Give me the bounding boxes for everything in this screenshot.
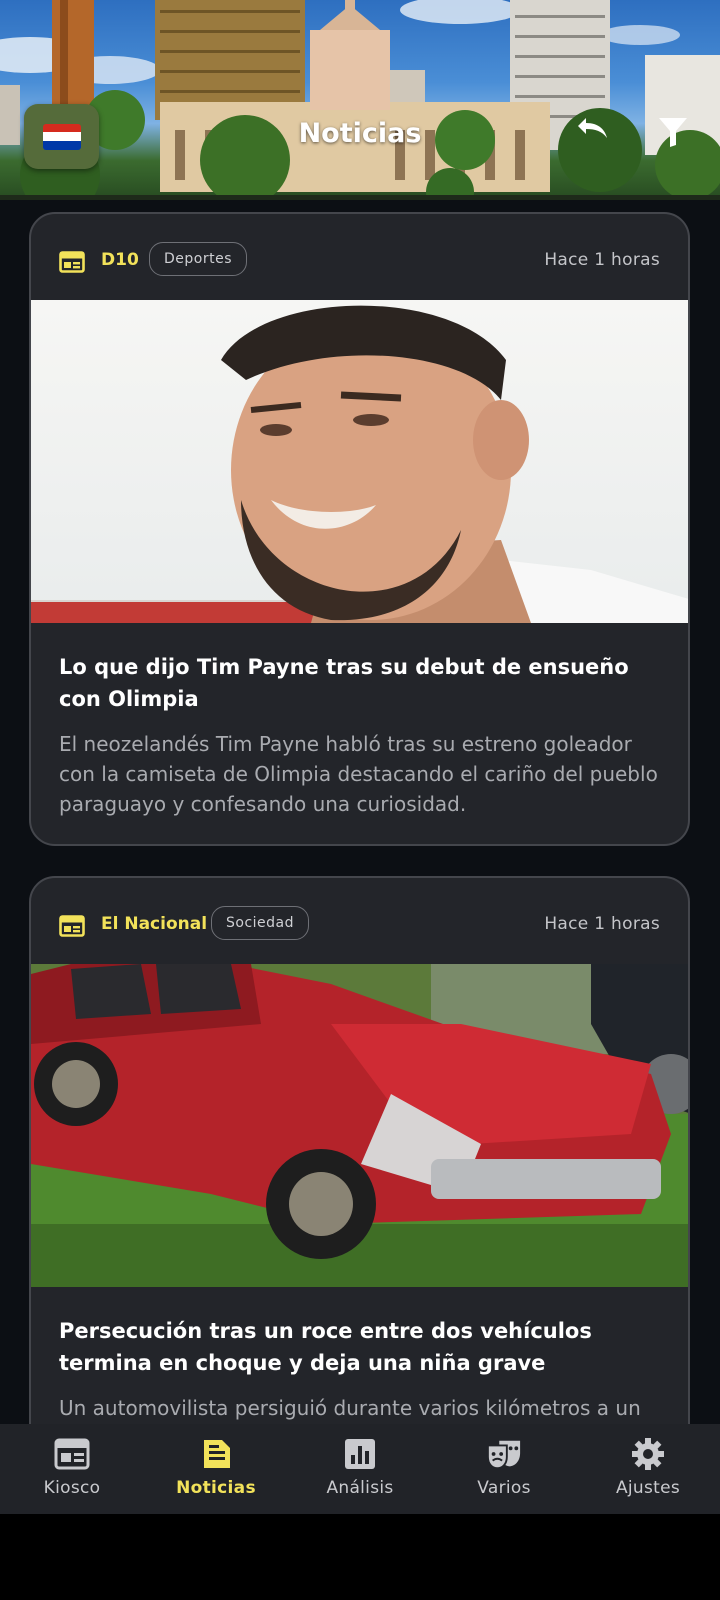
article-title: Persecución tras un roce entre dos vehíc… bbox=[59, 1319, 592, 1375]
newspaper-icon bbox=[59, 251, 85, 273]
category-chip[interactable]: Deportes bbox=[149, 242, 247, 276]
nav-item-analisis[interactable]: Análisis bbox=[288, 1424, 432, 1514]
nav-item-ajustes[interactable]: Ajustes bbox=[576, 1424, 720, 1514]
nav-label: Ajustes bbox=[615, 1478, 681, 1498]
article-title: Lo que dijo Tim Payne tras su debut de e… bbox=[59, 655, 629, 711]
news-source: D10 bbox=[101, 250, 139, 270]
nav-label: Análisis bbox=[326, 1478, 394, 1498]
newspaper-icon bbox=[59, 915, 85, 937]
nav-item-kiosco[interactable]: Kiosco bbox=[0, 1424, 144, 1514]
news-card[interactable]: El Nacional Sociedad Hace 1 horas Persec… bbox=[29, 876, 690, 1514]
article-description: El neozelandés Tim Payne habló tras su e… bbox=[59, 732, 658, 816]
article-image[interactable] bbox=[31, 300, 688, 623]
nav-label: Varios bbox=[477, 1478, 531, 1498]
header: Noticias bbox=[0, 0, 720, 206]
nav-label: Noticias bbox=[176, 1478, 256, 1498]
category-chip[interactable]: Sociedad bbox=[211, 906, 310, 940]
nav-item-varios[interactable]: Varios bbox=[432, 1424, 576, 1514]
filter-button[interactable] bbox=[658, 116, 698, 156]
gear-icon bbox=[630, 1436, 666, 1472]
news-card[interactable]: D10 Deportes Hace 1 horas Lo que dijo Ti… bbox=[29, 212, 690, 846]
article-icon bbox=[198, 1436, 234, 1472]
card-header: El Nacional Sociedad Hace 1 horas bbox=[31, 878, 688, 964]
newspaper-icon bbox=[54, 1436, 90, 1472]
filter-icon bbox=[659, 118, 687, 147]
nav-item-noticias[interactable]: Noticias bbox=[144, 1424, 288, 1514]
theater-masks-icon bbox=[486, 1436, 522, 1472]
news-source: El Nacional bbox=[101, 914, 208, 934]
time-ago: Hace 1 horas bbox=[544, 250, 660, 270]
undo-icon bbox=[578, 118, 607, 138]
bottom-navigation: Kiosco Noticias Análisis Varios Ajustes bbox=[0, 1424, 720, 1514]
time-ago: Hace 1 horas bbox=[544, 914, 660, 934]
nav-label: Kiosco bbox=[43, 1478, 101, 1498]
bar-chart-icon bbox=[342, 1436, 378, 1472]
card-header: D10 Deportes Hace 1 horas bbox=[31, 214, 688, 300]
article-image[interactable] bbox=[31, 964, 688, 1287]
header-background-image bbox=[0, 0, 720, 206]
article-description: Un automovilista persiguió durante vario… bbox=[59, 1396, 641, 1420]
undo-button[interactable] bbox=[572, 116, 616, 156]
app-screen: Noticias D10 Deportes Hace 1 horas Lo qu… bbox=[0, 0, 720, 1514]
